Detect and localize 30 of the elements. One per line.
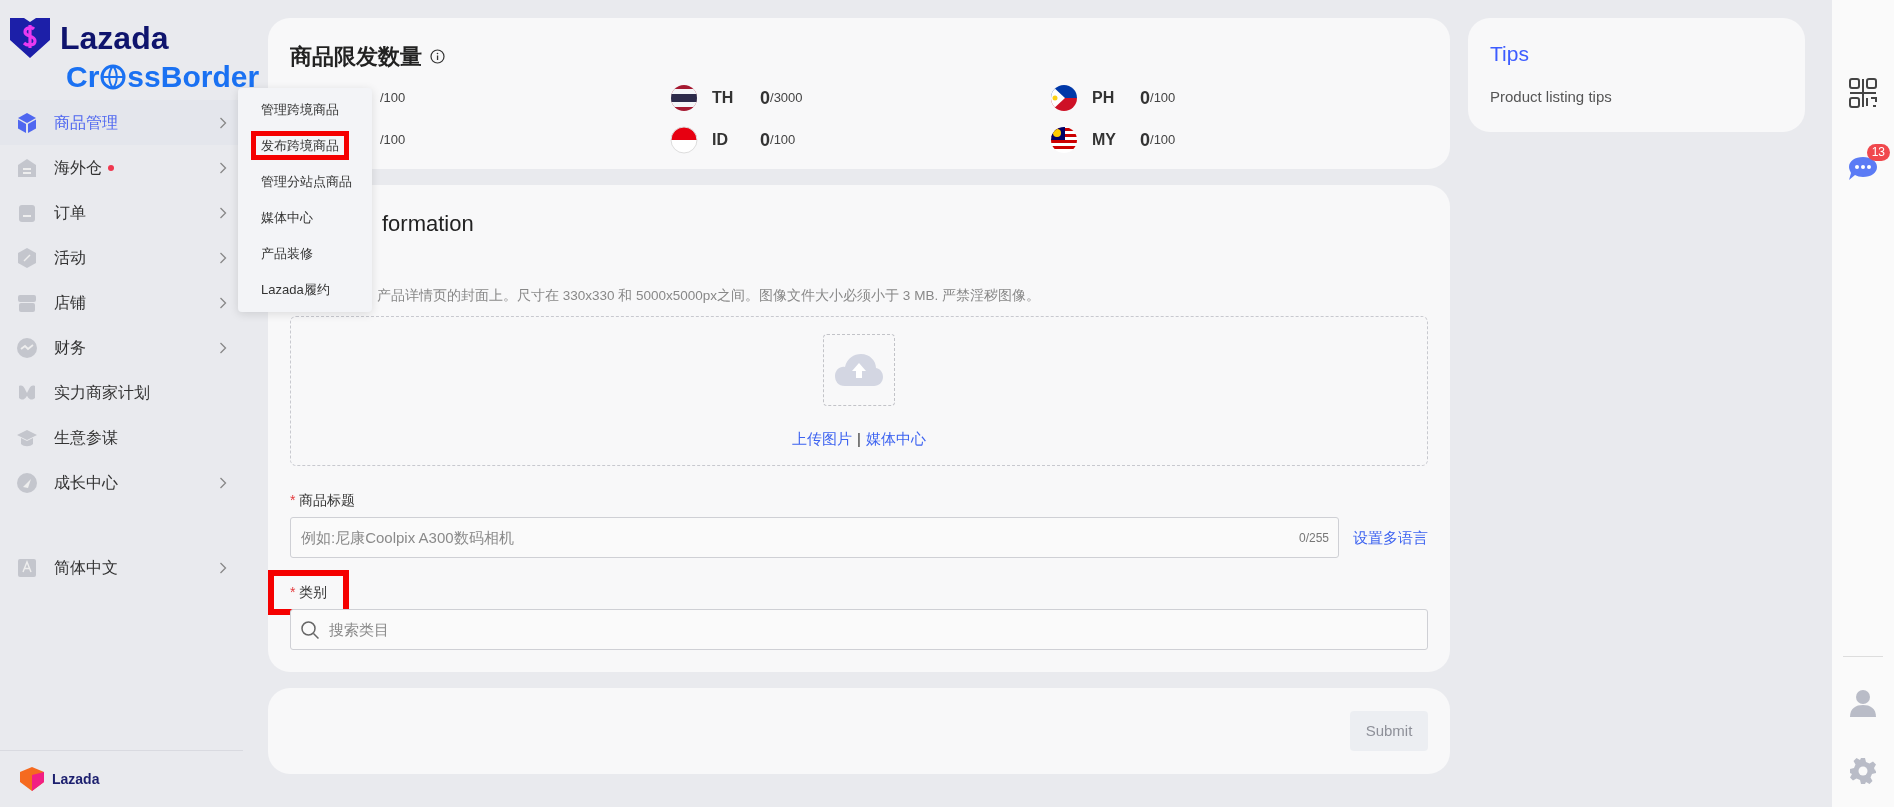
separator: | bbox=[857, 429, 861, 450]
required-mark: * bbox=[290, 491, 296, 511]
country-code: MY bbox=[1092, 130, 1117, 150]
footer-brand: Lazada bbox=[52, 769, 100, 789]
quota-limit: /100 bbox=[1150, 131, 1176, 150]
required-mark: * bbox=[290, 583, 296, 603]
brand-subtitle: ssBorder bbox=[127, 62, 260, 92]
card-title: 商品限发数量 bbox=[290, 43, 422, 71]
country-code: TH bbox=[712, 88, 735, 108]
quota-count: 0 bbox=[1140, 128, 1150, 152]
quota-count: 0 bbox=[760, 86, 770, 110]
quota-limit: /3000 bbox=[770, 89, 803, 108]
quota-limit: /100 bbox=[1150, 89, 1176, 108]
brand-subtitle: Cr bbox=[66, 62, 100, 92]
quota-limit: /100 bbox=[380, 131, 406, 150]
card-title: formation bbox=[382, 210, 475, 238]
quota-limit: /100 bbox=[770, 131, 796, 150]
quota-count: 0 bbox=[760, 128, 770, 152]
message-count: 13 bbox=[1866, 144, 1890, 161]
tips-title: Tips bbox=[1490, 41, 1530, 67]
quota-count: 0 bbox=[1140, 86, 1150, 110]
quota-limit: /100 bbox=[380, 89, 406, 108]
tips-text: Product listing tips bbox=[1490, 86, 1613, 107]
field-label: 商品标题 bbox=[299, 491, 356, 511]
country-code: PH bbox=[1092, 88, 1116, 108]
hint-text: 产品详情页的封面上。尺寸在 330x330 和 5000x5000px之间。图像文件大小必须小于 3 MB. 严禁淫秽图像。 bbox=[377, 287, 1041, 305]
country-code: ID bbox=[712, 130, 729, 150]
brand-name: Lazada bbox=[60, 22, 169, 54]
field-label: 类别 bbox=[299, 583, 328, 603]
character-counter: 0/255 bbox=[1298, 530, 1329, 548]
